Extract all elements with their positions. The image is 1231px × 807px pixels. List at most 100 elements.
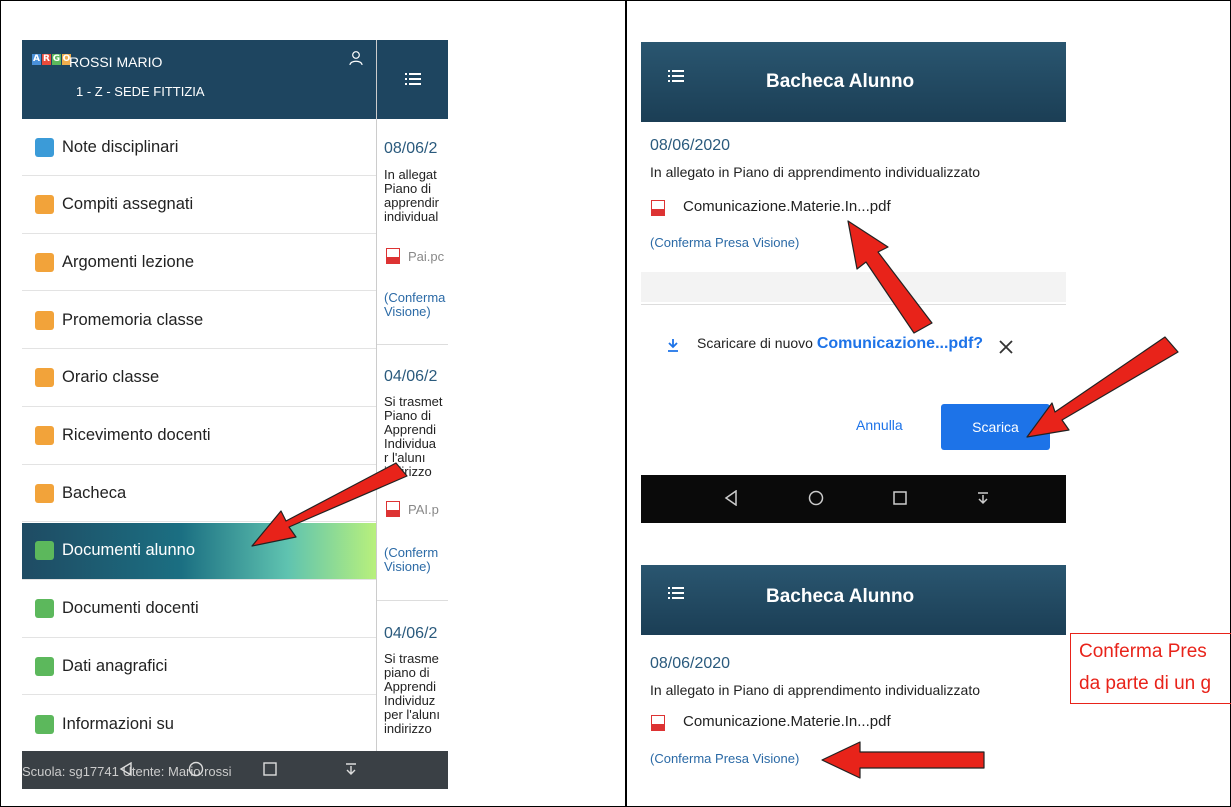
nav-notifications-icon[interactable] [976, 491, 990, 505]
peek-text-3-line-3: Apprendi [384, 679, 437, 694]
sidebar-item-documenti-alunno[interactable]: Documenti alunno [22, 522, 376, 580]
sidebar-item-orario-classe[interactable]: Orario classe [22, 350, 376, 407]
peek-file-2[interactable]: PAI.p [408, 502, 439, 517]
download-icon [668, 339, 678, 352]
page-title: Bacheca Alunno [766, 586, 915, 607]
sidebar-item-label: Informazioni su [62, 714, 174, 733]
hamburger-menu-icon[interactable] [405, 73, 421, 86]
notice-text: In allegato in Piano di apprendimento in… [650, 682, 980, 698]
bottom-status-bar: Scuola: sg17741 Utente: Mario.rossi [22, 751, 448, 789]
android-nav-bar [641, 475, 1066, 523]
sidebar-item-label: Orario classe [62, 368, 160, 387]
teacher-documents-icon [35, 599, 54, 619]
cancel-button[interactable]: Annulla [856, 417, 903, 433]
student-documents-icon [35, 541, 54, 561]
sidebar-item-compiti-assegnati[interactable]: Compiti assegnati [22, 177, 376, 234]
peek-date-3: 04/06/2 [384, 625, 438, 642]
peek-text-3-line-4: Individuz [384, 693, 436, 708]
peek-text-2-line-4: Individua [384, 436, 437, 451]
nav-recents-icon[interactable] [263, 762, 277, 776]
sidebar-item-label: Bacheca [62, 483, 127, 502]
user-switch-icon[interactable] [348, 50, 364, 66]
sidebar-item-bacheca[interactable]: Bacheca [22, 465, 376, 523]
pdf-icon [651, 715, 665, 731]
nav-recents-icon[interactable] [893, 491, 907, 505]
peek-text-2-line-2: Piano di [384, 408, 431, 423]
sidebar-item-ricevimento-docenti[interactable]: Ricevimento docenti [22, 408, 376, 465]
drawer-header: A R G O ROSSI MARIO 1 - Z - SEDE FITTIZI… [22, 40, 376, 119]
pdf-icon [386, 501, 400, 517]
noticeboard-icon [35, 483, 54, 503]
sidebar-item-label: Dati anagrafici [62, 656, 168, 675]
peek-text-3-line-1: Si trasme [384, 651, 439, 666]
download-button[interactable]: Scarica [941, 404, 1050, 450]
peek-text-3-line-2: piano di [384, 665, 430, 680]
left-phone-screen: A R G O ROSSI MARIO 1 - Z - SEDE FITTIZI… [22, 40, 448, 789]
sidebar-item-dati-anagrafici[interactable]: Dati anagrafici [22, 638, 376, 696]
peek-date-1: 08/06/2 [384, 140, 438, 157]
lesson-topics-icon [35, 252, 54, 272]
sidebar-item-label: Documenti docenti [62, 599, 199, 618]
close-icon[interactable] [999, 340, 1013, 354]
notice-date: 08/06/2020 [650, 137, 731, 154]
timetable-icon [35, 368, 54, 388]
confirm-view-link[interactable]: (Conferma Presa Visione) [650, 235, 799, 250]
bottom-app-header: Bacheca Alunno [641, 565, 1066, 635]
download-prompt: Scaricare di nuovo Comunicazione...pdf? [697, 335, 984, 352]
homework-icon [35, 195, 54, 215]
bottom-right-screen: Bacheca Alunno 08/06/2020 In allegato in… [641, 565, 1066, 789]
peek-text-2-line-6: indirizzo [384, 464, 432, 479]
peek-confirm-link-1-line-1[interactable]: (Conferma [384, 291, 445, 304]
sidebar-item-label: Compiti assegnati [62, 195, 194, 214]
peek-date-2: 04/06/2 [384, 368, 438, 385]
sidebar-item-label: Promemoria classe [62, 310, 204, 329]
peek-confirm-link-2-line-2[interactable]: Visione) [384, 560, 431, 573]
attachment-link[interactable]: Comunicazione.Materie.In...pdf [683, 713, 891, 730]
nav-back-icon[interactable] [119, 762, 133, 776]
peek-text-1-line-3: apprendir [384, 195, 439, 210]
sidebar-item-promemoria-classe[interactable]: Promemoria classe [22, 292, 376, 350]
hamburger-menu-icon[interactable] [668, 70, 684, 83]
hamburger-menu-icon[interactable] [668, 587, 684, 600]
peek-text-3-line-6: indirizzo [384, 721, 432, 736]
user-name: ROSSI MARIO [69, 54, 163, 70]
nav-notifications-icon[interactable] [344, 762, 358, 776]
sidebar-item-label: Ricevimento docenti [62, 426, 211, 444]
sidebar-item-note-disciplinari[interactable]: Note disciplinari [22, 119, 376, 176]
nav-back-icon[interactable] [724, 490, 738, 506]
sidebar-item-label: Note disciplinari [62, 137, 179, 156]
peek-file-1[interactable]: Pai.pc [408, 249, 444, 264]
pdf-icon [386, 248, 400, 264]
sidebar-item-documenti-docenti[interactable]: Documenti docenti [22, 581, 376, 638]
sidebar-item-argomenti-lezione[interactable]: Argomenti lezione [22, 234, 376, 292]
peek-confirm-link-1-line-2[interactable]: Visione) [384, 305, 431, 318]
page-title: Bacheca Alunno [766, 71, 915, 92]
teacher-meeting-icon [35, 426, 54, 445]
peek-header [377, 40, 448, 119]
annotation-callout: Conferma Pres da parte di un g [1070, 633, 1231, 704]
notes-icon [35, 137, 54, 157]
notice-text: In allegato in Piano di apprendimento in… [650, 164, 980, 180]
peek-text-2-line-3: Apprendi [384, 422, 437, 437]
sidebar-item-label: Documenti alunno [62, 541, 195, 560]
personal-data-icon [35, 656, 54, 676]
peek-text-1-line-4: individual [384, 209, 439, 224]
peek-text-1-line-1: In allegat [384, 167, 437, 182]
peek-text-2-line-5: r l'alunı [384, 450, 426, 465]
attachment-link[interactable]: Comunicazione.Materie.In...pdf [683, 198, 891, 215]
nav-home-icon[interactable] [808, 490, 824, 506]
peek-text-2-line-1: Si trasmet [384, 394, 443, 409]
pdf-icon [651, 200, 665, 216]
content-peek: 08/06/2 In allegat Piano di apprendir in… [376, 40, 448, 789]
user-class: 1 - Z - SEDE FITTIZIA [76, 84, 205, 99]
confirm-view-link[interactable]: (Conferma Presa Visione) [650, 751, 799, 766]
info-icon [35, 714, 54, 734]
argo-logo: A R G O [32, 54, 71, 65]
peek-confirm-link-2-line-1[interactable]: (Conferm [384, 546, 438, 559]
navigation-drawer: A R G O ROSSI MARIO 1 - Z - SEDE FITTIZI… [22, 40, 376, 789]
sidebar-item-informazioni-su[interactable]: Informazioni su [22, 696, 376, 753]
peek-text-1-line-2: Piano di [384, 181, 431, 196]
nav-home-icon[interactable] [188, 761, 204, 777]
top-app-header: Bacheca Alunno [641, 42, 1066, 122]
notice-date: 08/06/2020 [650, 655, 731, 672]
